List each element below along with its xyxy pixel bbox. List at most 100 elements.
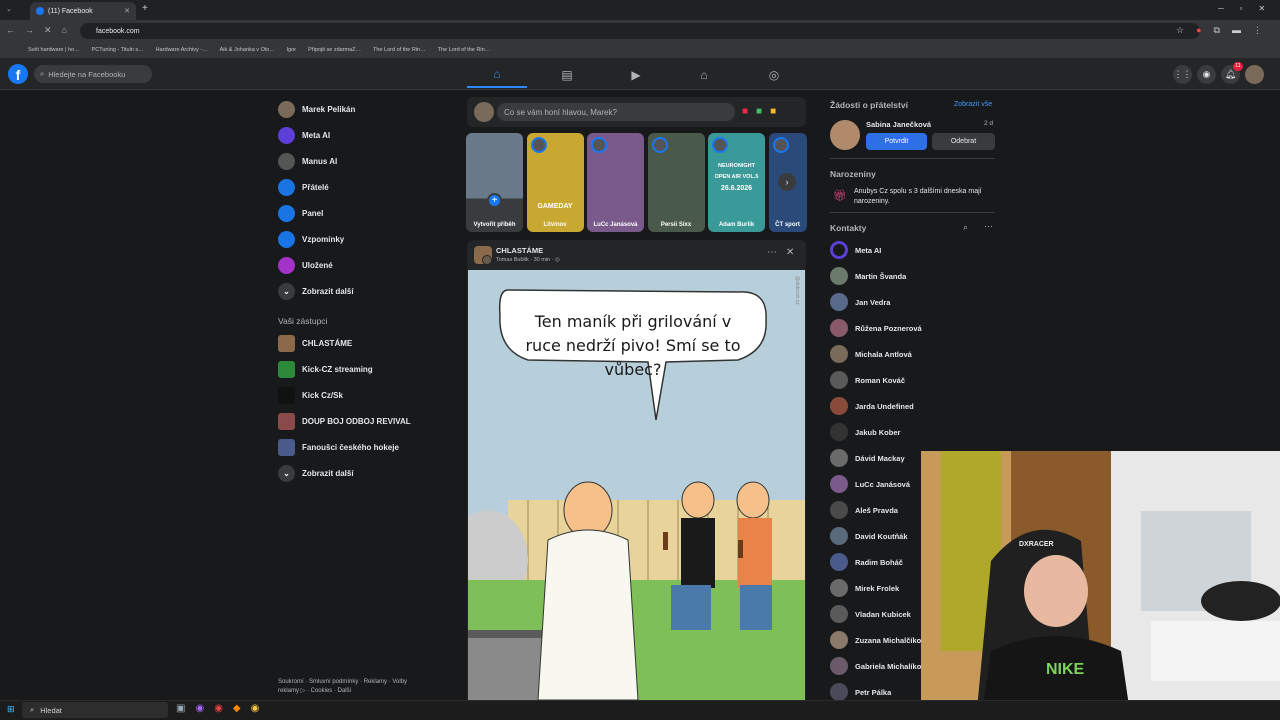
reload-icon[interactable]: ✕ bbox=[44, 25, 52, 36]
nav-home-tab[interactable]: ⌂ bbox=[467, 62, 527, 88]
contact-item[interactable]: Jakub Kober bbox=[830, 419, 1000, 445]
contact-avatar bbox=[830, 267, 848, 285]
contact-item[interactable]: Meta AI bbox=[830, 237, 1000, 263]
profile-icon[interactable]: ▬ bbox=[1232, 25, 1241, 36]
story-card[interactable]: LuCc Janásová bbox=[587, 133, 644, 232]
photo-icon[interactable]: ■ bbox=[756, 106, 762, 117]
live-video-icon[interactable]: ■ bbox=[742, 106, 748, 117]
app-icon[interactable]: ◉ bbox=[214, 703, 223, 714]
request-name[interactable]: Sabina Janečková bbox=[866, 120, 931, 129]
maximize-icon[interactable]: ▫ bbox=[1240, 4, 1243, 13]
sidebar-item[interactable]: Přátelé bbox=[272, 174, 448, 200]
minimize-icon[interactable]: ─ bbox=[1218, 4, 1224, 13]
post-more-icon[interactable]: ⋯ bbox=[767, 247, 777, 258]
menu-grid-button[interactable]: ⋮⋮ bbox=[1173, 65, 1192, 84]
nav-marketplace-tab[interactable]: ⌂ bbox=[674, 62, 734, 88]
home-icon[interactable]: ⌂ bbox=[62, 25, 67, 36]
webcam-overlay: DXRACER NIKE bbox=[921, 451, 1280, 720]
sidebar-item[interactable]: Vzpomínky bbox=[272, 226, 448, 252]
sidebar-item[interactable]: Marek Pelikán bbox=[272, 96, 448, 122]
contact-name: Petr Pálka bbox=[855, 687, 892, 697]
bookmark-item[interactable]: Připojit se zdarmaZ… bbox=[308, 47, 361, 53]
url-bar[interactable]: facebook.com bbox=[80, 23, 1200, 39]
sidebar-item[interactable]: ⌄ Zobrazit další bbox=[272, 278, 448, 304]
nav-gaming-tab[interactable]: ◎ bbox=[744, 62, 804, 88]
messenger-button[interactable]: ◉ bbox=[1197, 65, 1216, 84]
contact-item[interactable]: Jan Vedra bbox=[830, 289, 1000, 315]
shortcut-item[interactable]: Kick-CZ streaming bbox=[272, 356, 448, 382]
bookmark-item[interactable]: Aik & Johanka v Olo… bbox=[220, 47, 275, 53]
composer-input[interactable]: Co se vám honí hlavou, Marek? bbox=[497, 103, 735, 121]
contacts-search-icon[interactable]: ⌕ bbox=[963, 222, 968, 233]
nav-buttons[interactable]: ← → ✕ ⌂ bbox=[6, 25, 67, 36]
post-group-name[interactable]: CHLASTÁME bbox=[496, 246, 543, 255]
request-avatar[interactable] bbox=[830, 120, 860, 150]
taskbar-search[interactable]: ⌕ Hledat bbox=[22, 702, 168, 718]
star-icon[interactable]: ☆ bbox=[1176, 25, 1184, 36]
see-all-link[interactable]: Zobrazit vše bbox=[954, 101, 992, 108]
contact-avatar bbox=[830, 657, 848, 675]
contact-item[interactable]: Jarda Undefined bbox=[830, 393, 1000, 419]
story-avatar bbox=[591, 137, 607, 153]
sidebar-item[interactable]: Manus AI bbox=[272, 148, 448, 174]
facebook-search-input[interactable]: ⌕ Hledejte na Facebooku bbox=[34, 65, 152, 83]
footer-links[interactable]: Soukromí · Smluvní podmínky · Reklamy · … bbox=[278, 678, 428, 696]
shortcut-item[interactable]: Fanoušci českého hokeje bbox=[272, 434, 448, 460]
contact-item[interactable]: Roman Kováč bbox=[830, 367, 1000, 393]
app-icon[interactable]: ◆ bbox=[233, 703, 241, 714]
app-icon[interactable]: ◉ bbox=[195, 703, 204, 714]
confirm-button[interactable]: Potvrdit bbox=[866, 133, 927, 150]
contact-item[interactable]: Michala Antlová bbox=[830, 341, 1000, 367]
new-tab-icon[interactable]: + bbox=[142, 3, 148, 14]
forward-icon[interactable]: → bbox=[25, 25, 34, 36]
story-card[interactable]: Persii Sixx bbox=[647, 133, 705, 232]
contact-name: David Koutňák bbox=[855, 531, 908, 541]
story-card[interactable]: GAMEDAY Litvínov bbox=[526, 133, 584, 232]
story-card[interactable]: NEURONIGHT OPEN AIR VOL.5 26.6.2026 Adam Bu… bbox=[708, 133, 765, 232]
menu-icon[interactable]: ⋮ bbox=[1253, 25, 1262, 36]
sidebar-item[interactable]: Panel bbox=[272, 200, 448, 226]
bookmark-item[interactable]: PCTuning - Tituln s… bbox=[92, 47, 144, 53]
chrome-icon[interactable]: ◉ bbox=[251, 703, 260, 714]
author-avatar[interactable] bbox=[482, 255, 492, 265]
shortcut-item[interactable]: CHLASTÁME bbox=[272, 330, 448, 356]
shortcut-item[interactable]: Kick Cz/Sk bbox=[272, 382, 448, 408]
taskbar-apps[interactable]: ▣ ◉ ◉ ◆ ◉ bbox=[176, 703, 259, 714]
close-window-icon[interactable]: ✕ bbox=[1259, 4, 1266, 13]
back-icon[interactable]: ← bbox=[6, 25, 15, 36]
sidebar-item[interactable]: Uložené bbox=[272, 252, 448, 278]
facebook-logo[interactable]: f bbox=[8, 64, 28, 84]
puzzle-icon[interactable]: ⧉ bbox=[1214, 25, 1220, 36]
bookmark-item[interactable]: Hardware Archivy -… bbox=[156, 47, 208, 53]
post-close-icon[interactable]: ✕ bbox=[786, 247, 794, 258]
window-controls[interactable]: ─ ▫ ✕ bbox=[1218, 4, 1265, 13]
close-tab-icon[interactable]: ✕ bbox=[124, 7, 130, 15]
birthday-text[interactable]: Anubys Cz spolu s 3 dalšími dneska mají … bbox=[854, 187, 994, 207]
nav-pages-tab[interactable]: ▤ bbox=[537, 62, 597, 88]
bookmark-item[interactable]: The Lord of the Rin… bbox=[373, 47, 426, 53]
tab-list-icon[interactable]: ⌄ bbox=[6, 5, 12, 13]
contact-avatar bbox=[830, 345, 848, 363]
shortcut-item[interactable]: ⌄ Zobrazit další bbox=[272, 460, 448, 486]
feeling-icon[interactable]: ■ bbox=[770, 106, 776, 117]
shortcut-item[interactable]: DOUP BOJ ODBOJ REVIVAL bbox=[272, 408, 448, 434]
contacts-more-icon[interactable]: ⋯ bbox=[984, 221, 993, 232]
story-card[interactable]: + Vytvořit příběh bbox=[466, 133, 523, 232]
browser-tab[interactable]: (11) Facebook ✕ bbox=[30, 2, 136, 20]
bookmark-item[interactable]: Igor bbox=[287, 47, 296, 53]
nav-video-tab[interactable]: ▶ bbox=[606, 62, 666, 88]
contact-item[interactable]: Martin Švanda bbox=[830, 263, 1000, 289]
contact-item[interactable]: Růžena Poznerová bbox=[830, 315, 1000, 341]
sidebar-item[interactable]: Meta AI bbox=[272, 122, 448, 148]
bookmark-item[interactable]: Svět hardware | ho… bbox=[28, 47, 80, 53]
bookmark-item[interactable]: The Lord of the Rin… bbox=[438, 47, 491, 53]
extension-icon[interactable]: ● bbox=[1196, 25, 1201, 36]
toolbar-icons[interactable]: ☆ ● ⧉ ▬ ⋮ bbox=[1176, 25, 1262, 36]
composer-actions[interactable]: ■ ■ ■ bbox=[742, 106, 776, 117]
stories-next-button[interactable]: › bbox=[778, 173, 796, 191]
post-image[interactable]: Ten maník při grilování v ruce nedrží pi… bbox=[468, 270, 805, 700]
start-icon[interactable]: ⊞ bbox=[7, 704, 15, 715]
app-icon[interactable]: ▣ bbox=[176, 703, 185, 714]
remove-button[interactable]: Odebrat bbox=[932, 133, 995, 150]
account-avatar[interactable] bbox=[1245, 65, 1264, 84]
